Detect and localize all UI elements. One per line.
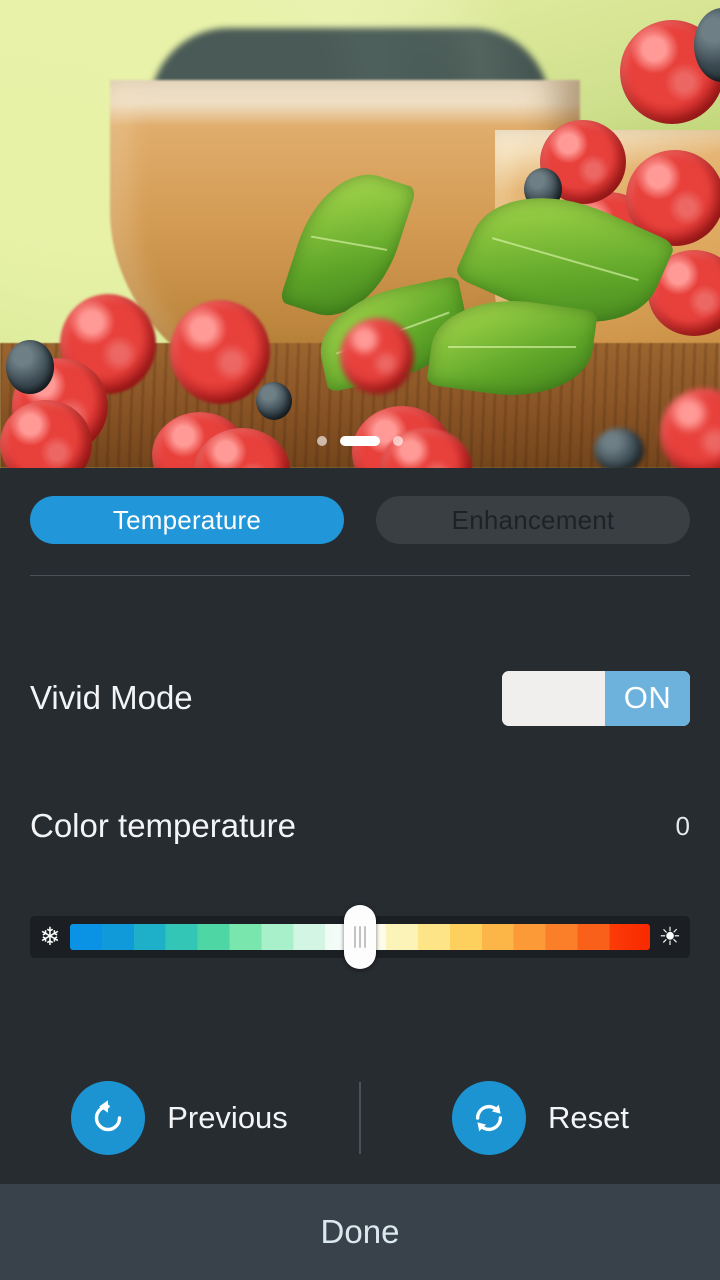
vivid-mode-label: Vivid Mode [30,679,193,716]
toggle-knob [502,670,605,726]
blueberry [594,428,644,468]
color-temperature-slider[interactable]: ❄ ☀ [30,905,690,969]
slider-thumb[interactable] [344,905,376,969]
slider-warm-gradient [360,924,650,950]
page-dot-3[interactable] [393,436,403,446]
raspberry [340,318,414,394]
tab-bar: Temperature Enhancement [30,496,690,544]
slider-track[interactable] [70,905,650,969]
toggle-state-label: ON [605,670,690,726]
section-divider [30,575,690,576]
raspberry [170,300,270,404]
app-screen: Temperature Enhancement Vivid Mode ON Co… [0,0,720,1280]
done-button[interactable]: Done [0,1184,720,1280]
slider-cold-gradient [70,924,360,950]
color-temperature-label: Color temperature [30,807,296,844]
reset-button[interactable]: Reset [361,1072,720,1164]
thumb-grip-line [364,926,366,948]
snowflake-icon: ❄ [39,922,61,951]
blueberry [256,382,292,420]
undo-arrow-icon [71,1081,146,1155]
image-preview[interactable] [0,0,720,468]
refresh-cycle-icon [452,1081,526,1155]
color-temperature-row: Color temperature 0 [30,803,690,849]
previous-button[interactable]: Previous [0,1072,359,1164]
previous-label: Previous [167,1100,288,1135]
controls-panel: Temperature Enhancement Vivid Mode ON Co… [0,468,720,1184]
thumb-grip-line [354,926,356,948]
sun-icon: ☀ [658,922,682,951]
thumb-grip-line [359,926,361,948]
tab-enhancement[interactable]: Enhancement [376,496,690,544]
tab-temperature[interactable]: Temperature [30,496,344,544]
tab-enhancement-label: Enhancement [451,504,615,535]
vivid-mode-row: Vivid Mode ON [30,669,690,727]
color-temperature-value: 0 [675,810,690,841]
done-label: Done [320,1213,400,1250]
tab-temperature-label: Temperature [112,504,262,535]
action-bar: Previous Reset [0,1072,720,1164]
vivid-mode-toggle[interactable]: ON [502,670,690,726]
page-dot-2-active[interactable] [340,436,380,446]
page-indicator [0,436,720,446]
reset-label: Reset [548,1100,629,1135]
blueberry [6,340,54,394]
page-dot-1[interactable] [317,436,327,446]
